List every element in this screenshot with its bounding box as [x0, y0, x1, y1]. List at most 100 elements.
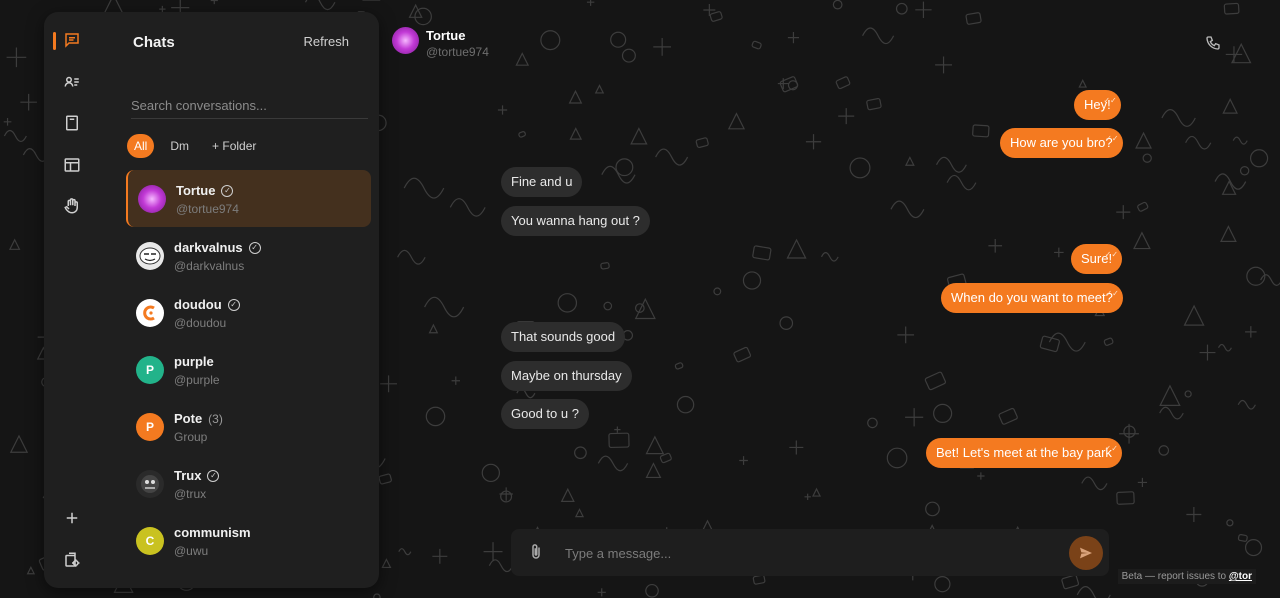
- contact-handle: @uwu: [174, 544, 209, 558]
- avatar: C: [136, 526, 164, 555]
- notes-icon[interactable]: [58, 109, 86, 137]
- message-bubble-outgoing[interactable]: Bet! Let's meet at the bay park ✓✓: [926, 438, 1122, 468]
- avatar: [136, 241, 164, 270]
- message-bubble-incoming[interactable]: Maybe on thursday: [501, 361, 632, 391]
- doodle-shape: [804, 493, 811, 501]
- filter-all[interactable]: All: [127, 134, 155, 158]
- doodle-shape: [597, 588, 606, 597]
- doodle-shape: [886, 447, 908, 469]
- doodle-shape: [733, 346, 752, 363]
- doodle-shape: [905, 408, 924, 427]
- contacts-icon[interactable]: [58, 68, 86, 96]
- contact-item-doudou[interactable]: doudou ✓ @doudou: [126, 284, 371, 341]
- filter-dm[interactable]: Dm: [163, 134, 196, 158]
- doodle-shape: [1183, 304, 1205, 326]
- doodle-shape: [645, 462, 662, 479]
- contact-handle: Group: [174, 430, 208, 444]
- message-bubble-outgoing[interactable]: Sure! ✓✓: [1071, 244, 1123, 274]
- doodle-shape: [812, 487, 822, 497]
- message-bubble-incoming[interactable]: Fine and u: [501, 167, 583, 197]
- doodle-shape: [610, 31, 627, 48]
- doodle-shape: [1218, 343, 1232, 352]
- send-icon: [1080, 547, 1092, 559]
- doodle-shape: [676, 395, 695, 414]
- refresh-button[interactable]: Refresh: [303, 34, 349, 49]
- doodle-shape: [1214, 173, 1247, 190]
- add-folder-button[interactable]: + Folder: [205, 134, 263, 158]
- message-bubble-incoming[interactable]: You wanna hang out ?: [501, 206, 650, 236]
- plus-icon[interactable]: [58, 504, 86, 532]
- doodle-shape: [8, 238, 21, 250]
- doodle-shape: [727, 112, 746, 130]
- doodle-shape: [497, 105, 508, 115]
- doodle-shape: [1116, 491, 1135, 505]
- message-text: Maybe on thursday: [511, 368, 622, 383]
- doodle-shape: [600, 262, 610, 270]
- settings-icon[interactable]: [58, 546, 86, 574]
- doodle-shape: [3, 117, 12, 126]
- doodle-shape: [1226, 519, 1234, 527]
- doodle-shape: [1222, 98, 1238, 114]
- doodle-shape: [1186, 507, 1202, 522]
- send-button[interactable]: [1069, 536, 1103, 570]
- chat-handle: @tortue974: [426, 45, 489, 59]
- search-input[interactable]: [131, 92, 368, 119]
- message-text: Good to u ?: [511, 406, 579, 421]
- doodle-shape: [838, 108, 855, 125]
- message-bubble-incoming[interactable]: Good to u ?: [501, 399, 589, 429]
- doodle-shape: [9, 434, 29, 453]
- hand-icon[interactable]: [58, 192, 86, 220]
- phone-icon[interactable]: [1205, 35, 1221, 51]
- contact-item-darkvalnus[interactable]: darkvalnus ✓ @darkvalnus: [126, 227, 371, 284]
- message-bubble-outgoing[interactable]: When do you want to meet? ✓✓: [941, 283, 1123, 313]
- contact-item-purple[interactable]: P purple @purple: [126, 341, 371, 398]
- doodle-shape: [779, 316, 794, 330]
- contact-item-trux[interactable]: Trux ✓ @trux: [126, 455, 371, 512]
- paperclip-icon[interactable]: [527, 543, 545, 561]
- doodle-shape: [1137, 201, 1149, 212]
- doodle-shape: [630, 127, 648, 145]
- message-text: How are you bro?: [1010, 135, 1113, 150]
- message-input[interactable]: [565, 542, 1045, 564]
- doodle-shape: [380, 375, 397, 393]
- doodle-shape: [1199, 344, 1216, 361]
- doodle-shape: [1159, 406, 1184, 420]
- contact-name: darkvalnus: [174, 240, 243, 255]
- doodle-shape: [408, 3, 423, 18]
- message-bubble-outgoing[interactable]: How are you bro? ✓✓: [1000, 128, 1123, 158]
- avatar: [138, 184, 166, 213]
- contact-item-pote[interactable]: P Pote (3) Group: [126, 398, 371, 455]
- layout-icon[interactable]: [58, 151, 86, 179]
- verified-icon: ✓: [221, 184, 234, 197]
- contact-handle: @doudou: [174, 316, 227, 330]
- contact-handle: @tortue974: [176, 202, 239, 216]
- doodle-shape: [1249, 149, 1269, 168]
- doodle-shape: [1237, 399, 1256, 410]
- chat-icon[interactable]: [58, 26, 86, 54]
- contact-name: doudou: [174, 297, 222, 312]
- report-link[interactable]: @tor: [1229, 571, 1252, 582]
- doodle-shape: [381, 558, 392, 569]
- verified-icon: ✓: [207, 469, 220, 482]
- doodle-shape: [1142, 153, 1152, 163]
- doodle-shape: [483, 542, 503, 562]
- contact-item-communism[interactable]: C communism @uwu: [126, 512, 371, 569]
- message-composer: [511, 529, 1109, 576]
- doodle-shape: [540, 30, 561, 51]
- contact-handle: @darkvalnus: [174, 259, 245, 273]
- doodle-shape: [3, 129, 27, 143]
- doodle-shape: [935, 156, 967, 173]
- avatar: [136, 298, 164, 327]
- message-text: Bet! Let's meet at the bay park: [936, 445, 1112, 460]
- doodle-shape: [965, 12, 982, 25]
- doodle-shape: [1048, 332, 1086, 352]
- doodle-shape: [398, 548, 412, 556]
- doodle-shape: [972, 124, 990, 138]
- page-title: Chats: [133, 34, 175, 51]
- doodle-shape: [515, 52, 530, 66]
- member-count: (3): [208, 411, 223, 426]
- message-bubble-outgoing[interactable]: Hey! ✓✓: [1074, 90, 1121, 120]
- message-bubble-incoming[interactable]: That sounds good: [501, 322, 626, 352]
- contact-item-tortue[interactable]: Tortue ✓ @tortue974: [126, 170, 371, 227]
- filter-chips: All Dm + Folder: [127, 134, 263, 158]
